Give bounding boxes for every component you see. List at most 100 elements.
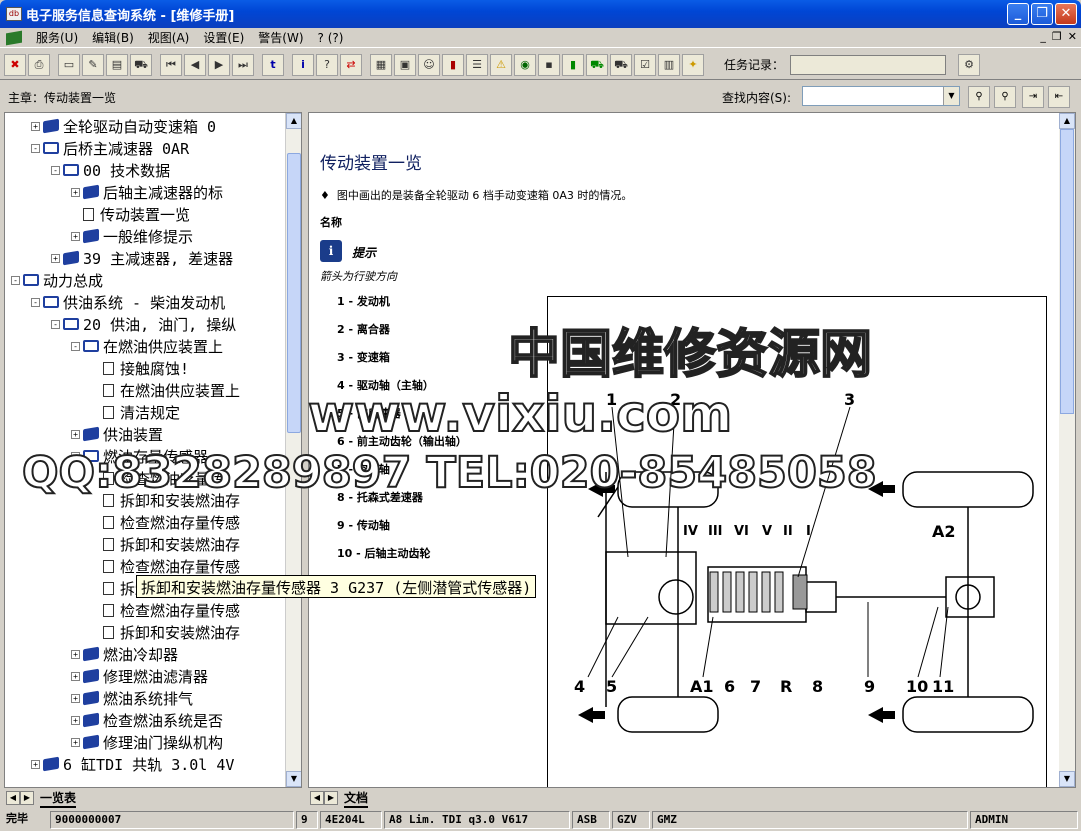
search-forward-icon[interactable]: ⚲: [968, 86, 990, 108]
notes-icon[interactable]: ▤: [106, 53, 128, 76]
find-input[interactable]: ▼: [802, 86, 960, 106]
lightbulb-icon[interactable]: ✦: [682, 53, 704, 76]
check-icon[interactable]: ☑: [634, 53, 656, 76]
tree-item[interactable]: - 供油系统 - 柴油发动机: [31, 291, 225, 313]
expand-node-icon[interactable]: +: [71, 671, 80, 681]
dropdown-arrow-icon[interactable]: ▼: [943, 87, 959, 105]
collapse-node-icon[interactable]: -: [31, 143, 40, 153]
doc-tab-prev-icon[interactable]: ◀: [310, 791, 324, 805]
t-icon[interactable]: t: [262, 53, 284, 76]
minimize-button[interactable]: _: [1007, 3, 1029, 25]
warning-icon[interactable]: ⚠: [490, 53, 512, 76]
mdi-close-button[interactable]: ✕: [1068, 30, 1077, 43]
tree-item[interactable]: - 在燃油供应装置上: [71, 335, 223, 357]
tree-item[interactable]: 拆卸和安装燃油存: [91, 489, 240, 511]
collapse-node-icon[interactable]: -: [11, 275, 20, 285]
expand-node-icon[interactable]: +: [71, 715, 80, 725]
collapse-node-icon[interactable]: -: [51, 319, 60, 329]
mdi-restore-button[interactable]: ❐: [1052, 30, 1062, 43]
tree-item[interactable]: 在燃油供应装置上: [91, 379, 240, 401]
prev-icon[interactable]: ◀: [184, 53, 206, 76]
tree-item[interactable]: - 后桥主减速器 0AR: [31, 137, 189, 159]
tree-item[interactable]: 检查燃油存量传感: [91, 599, 240, 621]
expand-node-icon[interactable]: +: [31, 121, 40, 131]
tree-item[interactable]: - 00 技术数据: [51, 159, 170, 181]
doc-tab-next-icon[interactable]: ▶: [324, 791, 338, 805]
list-icon[interactable]: ☰: [466, 53, 488, 76]
expand-node-icon[interactable]: +: [71, 693, 80, 703]
books-icon[interactable]: ▥: [658, 53, 680, 76]
person-icon[interactable]: ☺: [418, 53, 440, 76]
search-back-icon[interactable]: ⚲: [994, 86, 1016, 108]
tree-item[interactable]: + 一般维修提示: [71, 225, 193, 247]
tree-item[interactable]: - 动力总成: [11, 269, 103, 291]
truck-icon[interactable]: ⛟: [610, 53, 632, 76]
tree-item[interactable]: - 20 供油, 油门, 操纵: [51, 313, 236, 335]
expand-icon[interactable]: ⇥: [1022, 86, 1044, 108]
tree-item[interactable]: 拆卸和安装燃油存: [91, 533, 240, 555]
tree-item[interactable]: +6 缸TDI 共轨 3.0l 4V: [31, 753, 234, 775]
disk-icon[interactable]: ▪: [538, 53, 560, 76]
info-icon[interactable]: i: [292, 53, 314, 76]
expand-node-icon[interactable]: +: [71, 429, 80, 439]
tree-item[interactable]: + 修理油门操纵机构: [71, 731, 223, 753]
tab-prev-icon[interactable]: ◀: [6, 791, 20, 805]
edit-doc-icon[interactable]: ✎: [82, 53, 104, 76]
expand-node-icon[interactable]: +: [51, 253, 60, 263]
task-settings-icon[interactable]: ⚙: [958, 53, 981, 76]
new-doc-icon[interactable]: ▭: [58, 53, 80, 76]
green-book-icon[interactable]: ▮: [562, 53, 584, 76]
tree-item[interactable]: 拆卸和安装燃油存: [91, 621, 240, 643]
tree-item[interactable]: + 燃油冷却器: [71, 643, 178, 665]
scroll-up-icon[interactable]: ▲: [286, 113, 301, 129]
scroll-thumb[interactable]: [287, 153, 301, 433]
tree-item[interactable]: - 燃油存量传感器: [71, 445, 208, 467]
doc-scroll-thumb[interactable]: [1060, 129, 1074, 414]
car2-icon[interactable]: ⛟: [586, 53, 608, 76]
tab-document[interactable]: 文档: [344, 789, 369, 808]
swap-icon[interactable]: ⇄: [340, 53, 362, 76]
tree-item[interactable]: 检查燃油存量传感: [91, 511, 240, 533]
collapse-node-icon[interactable]: -: [31, 297, 40, 307]
tree-item[interactable]: + 后轴主减速器的标: [71, 181, 223, 203]
tree-item[interactable]: 传动装置一览: [71, 203, 190, 225]
tree-item[interactable]: + 燃油系统排气: [71, 687, 193, 709]
tree-item[interactable]: 清洁规定: [91, 401, 180, 423]
menu-service[interactable]: 服务(U): [36, 29, 78, 46]
tab-next-icon[interactable]: ▶: [20, 791, 34, 805]
menu-edit[interactable]: 编辑(B): [92, 29, 134, 46]
tree-item[interactable]: 检查燃油存量传: [91, 467, 225, 489]
menu-help[interactable]: ? (?): [318, 31, 344, 45]
expand-node-icon[interactable]: +: [31, 759, 40, 769]
collapse-icon[interactable]: ⇤: [1048, 86, 1070, 108]
book-icon[interactable]: ▮: [442, 53, 464, 76]
expand-node-icon[interactable]: +: [71, 187, 80, 197]
expand-node-icon[interactable]: +: [71, 737, 80, 747]
document-scrollbar[interactable]: ▲ ▼: [1059, 113, 1075, 787]
next-icon[interactable]: ▶: [208, 53, 230, 76]
tree-scrollbar[interactable]: ▲ ▼: [285, 113, 301, 787]
menu-settings[interactable]: 设置(E): [203, 29, 244, 46]
box-icon[interactable]: ▣: [394, 53, 416, 76]
menu-view[interactable]: 视图(A): [148, 29, 190, 46]
task-field[interactable]: [790, 54, 947, 75]
first-icon[interactable]: ⏮: [160, 53, 182, 76]
tree-item[interactable]: 接触腐蚀!: [91, 357, 189, 379]
question-icon[interactable]: ?: [316, 53, 338, 76]
exit-icon[interactable]: ✖: [4, 53, 26, 76]
tree-item[interactable]: 检查燃油存量传感: [91, 555, 240, 577]
car-icon[interactable]: ⛟: [130, 53, 152, 76]
menu-warning[interactable]: 警告(W): [258, 29, 303, 46]
tree-item[interactable]: + 修理燃油滤清器: [71, 665, 208, 687]
tree-item[interactable]: + 供油装置: [71, 423, 163, 445]
collapse-node-icon[interactable]: -: [51, 165, 60, 175]
collapse-node-icon[interactable]: -: [71, 451, 80, 461]
print-icon[interactable]: ⎙: [28, 53, 50, 76]
doc-scroll-up-icon[interactable]: ▲: [1059, 113, 1075, 129]
expand-node-icon[interactable]: +: [71, 649, 80, 659]
close-button[interactable]: ✕: [1055, 3, 1077, 25]
calc-icon[interactable]: ▦: [370, 53, 392, 76]
last-icon[interactable]: ⏭: [232, 53, 254, 76]
maximize-button[interactable]: ❐: [1031, 3, 1053, 25]
tree-item[interactable]: +39 主减速器, 差速器: [51, 247, 233, 269]
